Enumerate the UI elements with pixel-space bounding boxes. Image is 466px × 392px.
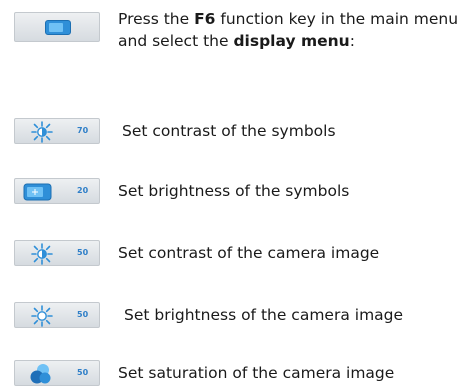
- setting-row-symbol-contrast: 70 Set contrast of the symbols: [14, 118, 464, 144]
- camera-contrast-label: Set contrast of the camera image: [118, 244, 380, 262]
- camera-brightness-value: 50: [77, 310, 89, 319]
- camera-contrast-button[interactable]: 50: [14, 240, 100, 266]
- sun-contrast-icon: [31, 243, 53, 265]
- display-menu-label: display menu: [233, 32, 350, 50]
- symbol-contrast-button[interactable]: 70: [14, 118, 100, 144]
- camera-saturation-value: 50: [77, 368, 89, 377]
- display-icon: [45, 20, 71, 35]
- intro-pre: Press the: [118, 10, 195, 28]
- setting-row-camera-saturation: 50 Set saturation of the camera image: [14, 360, 464, 386]
- symbol-contrast-label: Set contrast of the symbols: [122, 122, 336, 140]
- setting-row-symbol-brightness: 20 Set brightness of the symbols: [14, 178, 464, 204]
- setting-row-camera-brightness: 50 Set brightness of the camera image: [14, 302, 464, 328]
- camera-contrast-value: 50: [77, 248, 89, 257]
- f6-key-label: F6: [194, 10, 216, 28]
- setting-row-camera-contrast: 50 Set contrast of the camera image: [14, 240, 464, 266]
- camera-saturation-label: Set saturation of the camera image: [118, 364, 395, 382]
- symbol-brightness-value: 20: [77, 186, 89, 195]
- display-brightness-icon: [23, 183, 52, 201]
- camera-saturation-button[interactable]: 50: [14, 360, 100, 386]
- symbol-contrast-value: 70: [77, 126, 89, 135]
- camera-brightness-button[interactable]: 50: [14, 302, 100, 328]
- sun-contrast-icon: [31, 121, 53, 143]
- symbol-brightness-button[interactable]: 20: [14, 178, 100, 204]
- intro-post: :: [349, 32, 355, 50]
- camera-brightness-label: Set brightness of the camera image: [124, 306, 404, 324]
- intro-text: Press the F6 function key in the main me…: [118, 8, 460, 52]
- sun-brightness-icon: [31, 305, 53, 327]
- color-saturation-icon: [30, 364, 51, 384]
- display-menu-button[interactable]: [14, 12, 100, 42]
- symbol-brightness-label: Set brightness of the symbols: [118, 182, 350, 200]
